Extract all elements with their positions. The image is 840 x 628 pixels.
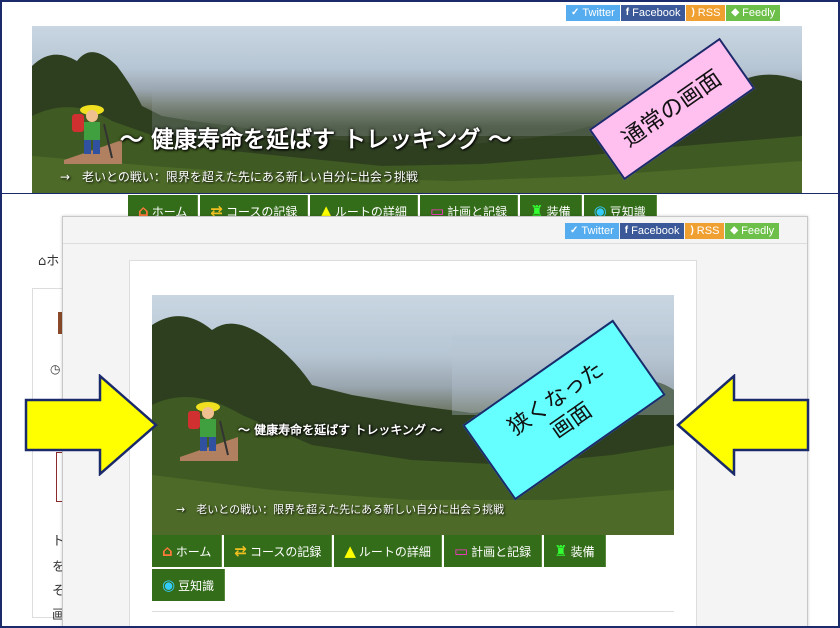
arrow-left-icon [676,374,810,476]
nav-item-home[interactable]: ⌂ ホーム [152,535,223,567]
nav-item-route[interactable]: ▲ ルートの詳細 [334,535,442,567]
twitter-icon: ✓ [570,225,579,236]
twitter-icon: ✓ [571,7,580,18]
nav-item-tips[interactable]: ◉ 豆知識 [152,569,226,601]
arrow-right-icon [24,374,158,476]
nav-item-gear[interactable]: ♜ 装備 [544,535,606,567]
social-bar: ✓ Twitter f Facebook ) RSS ◆ Feedly [566,5,781,21]
hiker-icon [64,105,122,164]
narrow-social-bar: ✓ Twitter f Facebook ) RSS ◆ Feedly [565,223,780,239]
narrow-nav-divider [152,611,674,612]
narrow-divider [63,243,807,244]
feedly-icon: ◆ [730,225,739,236]
repeat-icon: ⇄ [234,542,247,560]
rss-icon: ) [691,7,695,18]
screenshot-frame: ✓ Twitter f Facebook ) RSS ◆ Feedly ～ 健康寿命を延… [0,0,840,628]
feedly-icon: ◆ [731,7,740,18]
shirt-icon: ♜ [554,542,568,560]
rss-icon: ) [690,225,694,236]
feedly-button[interactable]: ◆ Feedly [726,5,781,21]
feedly-button[interactable]: ◆ Feedly [725,223,780,239]
twitter-button[interactable]: ✓ Twitter [566,5,620,21]
site-description: → 老いとの戦い：限界を超えた先にある新しい自分に出会う挑戦 [176,503,505,516]
facebook-icon: f [625,7,630,18]
facebook-icon: f [624,225,629,236]
narrow-content-area: ～ 健康寿命を延ばす トレッキング ～ → 老いとの戦い：限界を超えた先にある新… [129,260,697,626]
monitor-icon: ▭ [453,542,469,560]
facebook-button[interactable]: f Facebook [620,5,686,21]
site-description: → 老いとの戦い：限界を超えた先にある新しい自分に出会う挑戦 [60,170,418,184]
road-icon: ▲ [344,542,356,560]
site-title[interactable]: ～ 健康寿命を延ばす トレッキング ～ [238,421,442,438]
nav-item-course[interactable]: ⇄ コースの記録 [224,535,333,567]
rss-button[interactable]: ) RSS [685,223,725,239]
nav-item-plan[interactable]: ▭ 計画と記録 [443,535,543,567]
breadcrumb-peek: ⌂ホ [38,254,60,269]
home-icon: ⌂ [162,542,173,560]
eye-icon: ◉ [162,576,176,594]
narrow-nav-bar: ⌂ ホーム ⇄ コースの記録 ▲ ルートの詳細 ▭ 計画と記録 ♜ 装備 ◉ 豆知識 [152,535,674,601]
rss-button[interactable]: ) RSS [686,5,726,21]
facebook-button[interactable]: f Facebook [619,223,685,239]
twitter-button[interactable]: ✓ Twitter [565,223,619,239]
hiker-icon [180,402,238,461]
site-title[interactable]: ～ 健康寿命を延ばす トレッキング ～ [120,120,511,154]
divider-line [2,193,838,194]
